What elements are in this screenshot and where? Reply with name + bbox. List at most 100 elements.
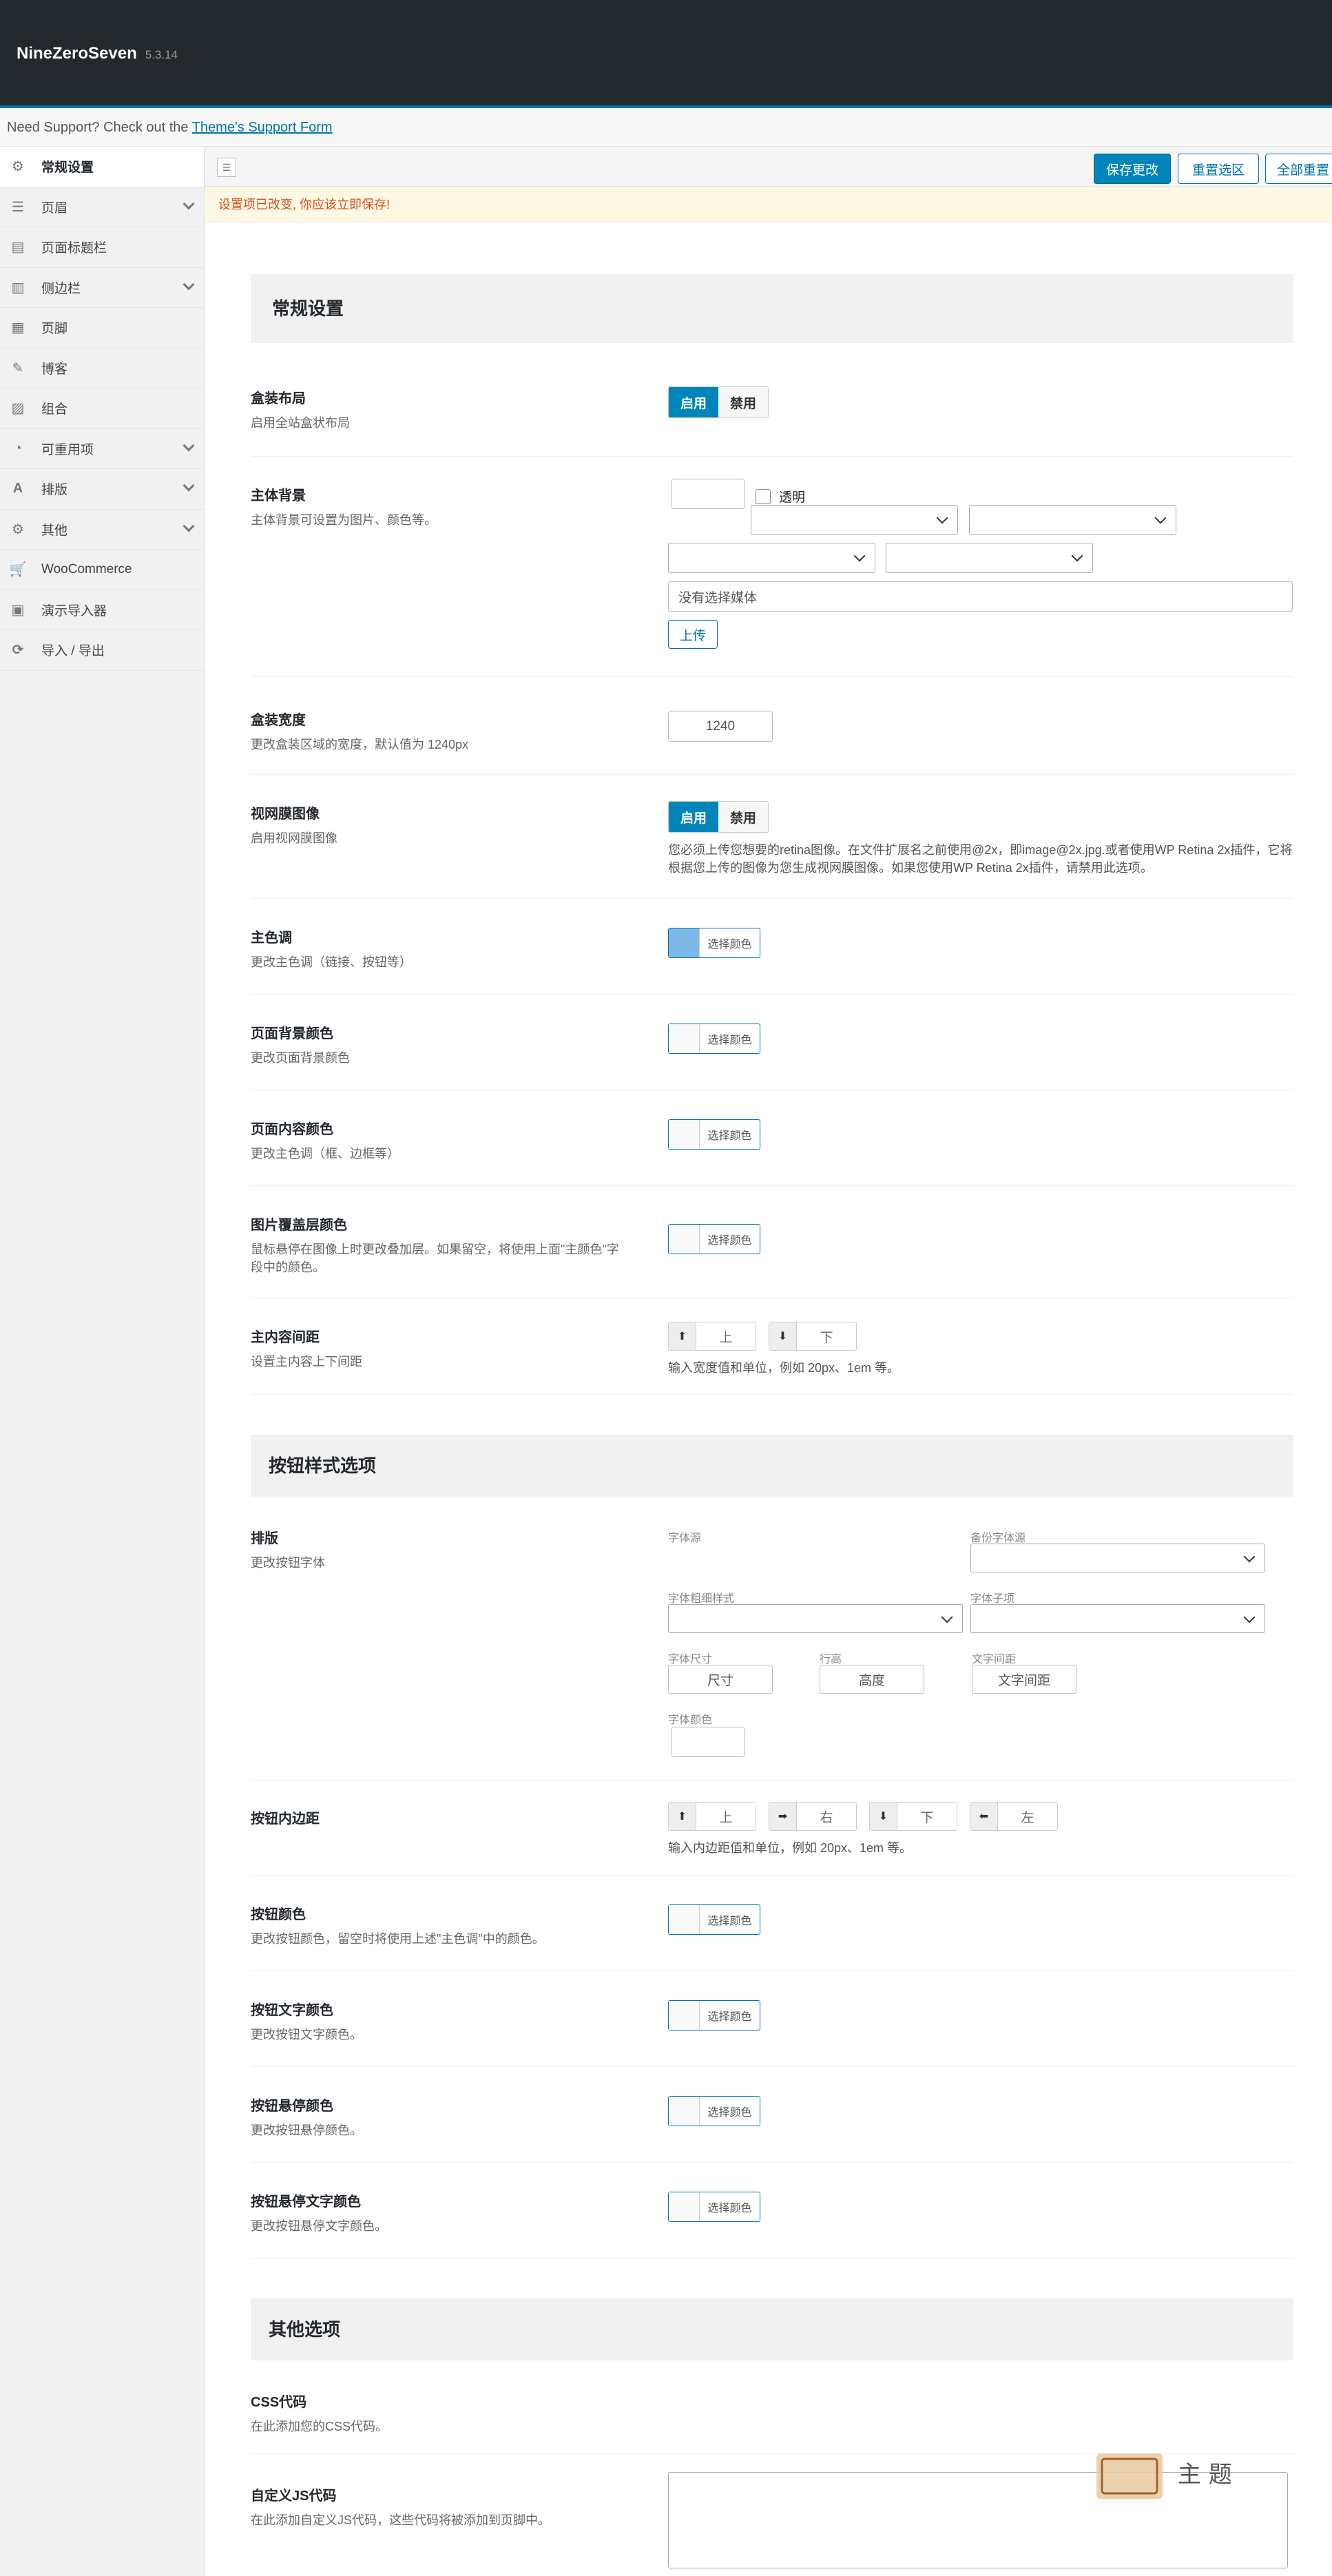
backup-font-select[interactable]: [970, 1544, 1265, 1572]
spacing-title: 主内容间距: [251, 1330, 320, 1345]
padding-bottom-label: 下: [920, 1810, 934, 1825]
font-color-input[interactable]: [672, 1727, 745, 1757]
sidebar-item-5[interactable]: ✎ 博客: [0, 349, 204, 388]
section-general-title: 常规设置: [251, 274, 1293, 343]
subset-label: 字体子项: [970, 1593, 1015, 1605]
btn-color-picker[interactable]: 选择颜色: [668, 1904, 760, 1935]
bg-color-input[interactable]: [672, 479, 745, 509]
sidebar-item-10[interactable]: 🛒 WooCommerce: [0, 550, 204, 590]
main-color-desc: 更改主色调（链接、按钮等）: [251, 955, 412, 969]
upload-button[interactable]: 上传: [668, 620, 718, 649]
sidebar-item-0[interactable]: ⚙ 常规设置: [0, 147, 204, 187]
image-icon: ▨: [11, 401, 25, 417]
expand-icon[interactable]: ☰: [217, 158, 236, 177]
sidebar: ⚙ 常规设置 ☰ 页眉 ▤ 页面标题栏 ▥ 侧边栏 ▦ 页脚 ✎ 博客 ▨ 组合 ◔ 可重用项 A 排版 ⚙ 其他 🛒 W…: [0, 147, 205, 2576]
spacing-top[interactable]: ⬆ 上: [668, 1322, 756, 1351]
btn-hover-text-desc: 更改按钮悬停文字颜色。: [251, 2219, 387, 2233]
sidebar-item-label: 常规设置: [41, 160, 94, 176]
typo-title: 排版: [251, 1531, 278, 1546]
bg-repeat-select[interactable]: [751, 505, 958, 535]
row-btn-hover: 按钮悬停颜色 更改按钮悬停颜色。 选择颜色: [251, 2067, 1293, 2163]
main-color-title: 主色调: [251, 931, 292, 946]
content-color-desc: 更改主色调（框、边框等）: [251, 1147, 399, 1161]
sidebar-item-label: 博客: [41, 362, 68, 377]
padding-bottom[interactable]: ⬇ 下: [869, 1802, 957, 1831]
subset-select[interactable]: [970, 1604, 1265, 1633]
pie-icon: ◔: [13, 440, 23, 456]
row-padding: 按钮内边距 ⬆ 上 ➡ 右 ⬇ 下 ⬅ 左 输入内边距值和单位，例如 20px、1em …: [251, 1781, 1293, 1876]
content-color-picker[interactable]: 选择颜色: [668, 1119, 760, 1150]
spacing-bottom[interactable]: ⬇ 下: [769, 1322, 857, 1351]
sidebar-item-12[interactable]: ⟳ 导入 / 导出: [0, 630, 204, 671]
chevron-down-icon: [183, 479, 195, 492]
bg-position-select[interactable]: [886, 543, 1093, 573]
bg-attachment-select[interactable]: [668, 543, 875, 573]
main-panel: ☰ 保存更改 重置选区 全部重置 设置项已改变, 你应该立即保存! 常规设置 盒…: [205, 147, 1332, 2576]
sidebar-item-9[interactable]: ⚙ 其他: [0, 510, 204, 550]
sidebar-item-8[interactable]: A 排版: [0, 469, 204, 510]
sidebar-item-4[interactable]: ▦ 页脚: [0, 308, 204, 349]
section-other-title: 其他选项: [251, 2298, 1293, 2360]
padding-top[interactable]: ⬆ 上: [668, 1802, 756, 1831]
reset-all-button[interactable]: 全部重置: [1265, 154, 1332, 184]
weight-label: 字体粗细样式: [668, 1593, 735, 1605]
support-bar: Need Support? Check out the Theme's Supp…: [0, 108, 1332, 147]
spacing-top-label: 上: [719, 1330, 733, 1345]
retina-on[interactable]: 启用: [669, 802, 718, 832]
css-desc: 在此添加您的CSS代码。: [251, 2420, 388, 2433]
bg-size-select[interactable]: [969, 505, 1176, 535]
row-btn-hover-text: 按钮悬停文字颜色 更改按钮悬停文字颜色。 选择颜色: [251, 2163, 1293, 2258]
typo-desc: 更改按钮字体: [251, 1556, 325, 1570]
row-main-color: 主色调更改主色调（链接、按钮等） 选择颜色: [251, 899, 1293, 995]
boxed-on[interactable]: 启用: [669, 387, 718, 417]
sidebar-item-7[interactable]: ◔ 可重用项: [0, 429, 204, 469]
main-color-picker[interactable]: 选择颜色: [668, 928, 760, 958]
btn-hover-picker[interactable]: 选择颜色: [668, 2096, 760, 2126]
boxed-off[interactable]: 禁用: [718, 387, 768, 417]
page-bg-label: 选择颜色: [707, 1035, 752, 1046]
sidebar-item-11[interactable]: ▣ 演示导入器: [0, 590, 204, 630]
media-input[interactable]: 没有选择媒体: [668, 581, 1293, 612]
weight-select[interactable]: [668, 1604, 963, 1633]
letter-spacing-input[interactable]: 文字间距: [972, 1665, 1076, 1694]
sidebar-item-1[interactable]: ☰ 页眉: [0, 187, 204, 227]
chevron-down-icon: [183, 439, 195, 451]
refresh-icon: ⟳: [12, 643, 24, 658]
btn-hover-text-picker[interactable]: 选择颜色: [668, 2192, 760, 2222]
arrow-left-icon: ⬅: [970, 1803, 998, 1830]
overlay-picker[interactable]: 选择颜色: [668, 1224, 760, 1254]
row-overlay: 图片覆盖层颜色 鼠标悬停在图像上时更改叠加层。如果留空，将使用上面"主颜色"字段中…: [251, 1186, 1293, 1298]
line-height-label: 行高: [820, 1654, 842, 1665]
overlay-swatch: [669, 1225, 700, 1254]
page-bg-picker[interactable]: 选择颜色: [668, 1024, 760, 1054]
chevron-down-icon: [183, 520, 195, 532]
spacing-note: 输入宽度值和单位，例如 20px、1em 等。: [668, 1361, 900, 1375]
sidebar-item-3[interactable]: ▥ 侧边栏: [0, 268, 204, 308]
retina-desc: 启用视网膜图像: [251, 831, 337, 845]
support-link[interactable]: Theme's Support Form: [192, 120, 333, 135]
gear-icon: ⚙: [12, 159, 24, 175]
sidebar-item-2[interactable]: ▤ 页面标题栏: [0, 227, 204, 268]
save-button[interactable]: 保存更改: [1094, 154, 1171, 184]
spacing-bottom-label: 下: [820, 1330, 833, 1345]
row-css: CSS代码 在此添加您的CSS代码。: [251, 2360, 1293, 2454]
line-height-input[interactable]: 高度: [820, 1665, 924, 1694]
btn-text-color-picker[interactable]: 选择颜色: [668, 2000, 760, 2030]
retina-off[interactable]: 禁用: [718, 802, 768, 832]
grid-icon: ▦: [11, 320, 25, 336]
sidebar-item-6[interactable]: ▨ 组合: [0, 388, 204, 429]
row-retina: 视网膜图像 启用视网膜图像 启用 禁用 您必须上传您想要的retina图像。在文件扩…: [251, 775, 1293, 899]
padding-left[interactable]: ⬅ 左: [970, 1802, 1058, 1831]
font-color-label: 字体颜色: [668, 1714, 713, 1726]
spacing-desc: 设置主内容上下间距: [251, 1355, 362, 1369]
sidebar-item-label: 侧边栏: [41, 281, 81, 296]
reset-section-button[interactable]: 重置选区: [1178, 154, 1259, 184]
watermark-logo: 主 题: [1096, 2453, 1232, 2499]
transparent-checkbox[interactable]: [756, 488, 771, 504]
btn-hover-title: 按钮悬停颜色: [251, 2099, 333, 2114]
width-input[interactable]: 1240: [668, 711, 773, 742]
padding-right[interactable]: ➡ 右: [769, 1802, 857, 1831]
brand: NineZeroSeven 5.3.14: [17, 44, 178, 63]
columns-icon: ▥: [11, 280, 25, 295]
size-input[interactable]: 尺寸: [668, 1665, 773, 1694]
